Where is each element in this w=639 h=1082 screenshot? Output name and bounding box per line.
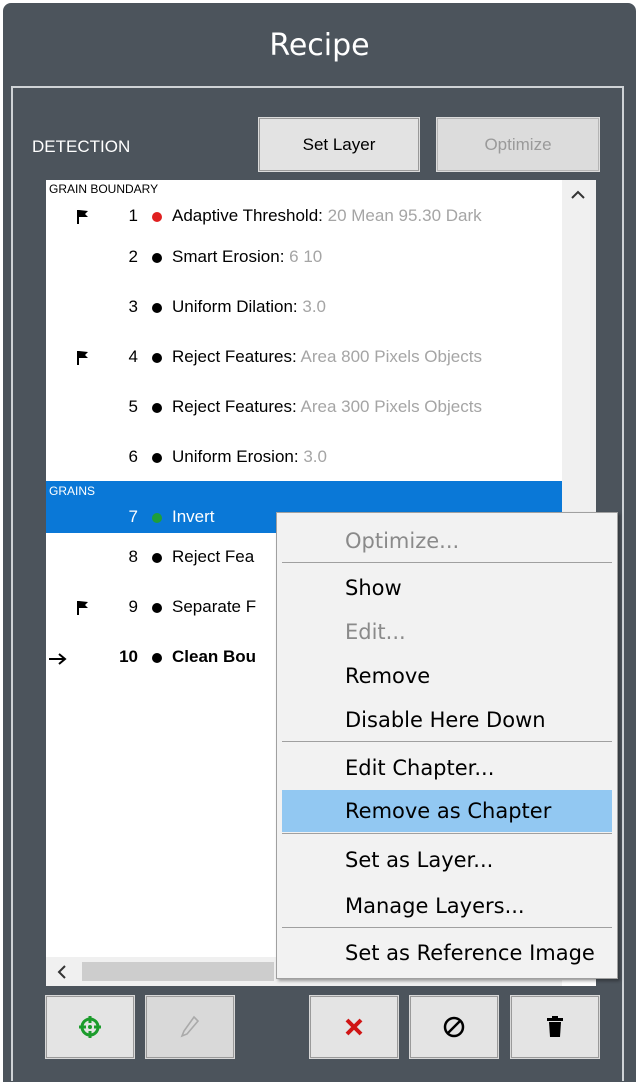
pencil-icon	[180, 1015, 200, 1038]
status-dot	[152, 353, 162, 363]
chapter-header-grains[interactable]: GRAINS	[49, 484, 95, 498]
status-dot	[152, 253, 162, 263]
list-item[interactable]: 1 Adaptive Threshold: 20 Mean 95.30 Dark	[46, 206, 562, 230]
status-dot	[152, 453, 162, 463]
menu-separator	[282, 741, 612, 742]
chapter-header-grain-boundary[interactable]: GRAIN BOUNDARY	[49, 182, 158, 196]
target-add-icon	[79, 1016, 101, 1038]
menu-item-remove-as-chapter[interactable]: Remove as Chapter	[282, 790, 612, 832]
context-menu: Optimize... Show Edit... Remove Disable …	[276, 512, 618, 979]
menu-item-edit[interactable]: Edit...	[282, 611, 612, 653]
edit-step-button[interactable]	[145, 995, 235, 1059]
menu-item-manage-layers[interactable]: Manage Layers...	[282, 885, 612, 927]
set-layer-button[interactable]: Set Layer	[258, 117, 420, 172]
add-step-button[interactable]	[45, 995, 135, 1059]
menu-separator	[282, 562, 612, 563]
menu-item-show[interactable]: Show	[282, 567, 612, 609]
delete-step-button[interactable]	[309, 995, 399, 1059]
list-item[interactable]: 5 Reject Features: Area 300 Pixels Objec…	[46, 397, 562, 421]
menu-separator	[282, 927, 612, 928]
list-item[interactable]: 6 Uniform Erosion: 3.0	[46, 447, 562, 471]
menu-separator	[282, 833, 612, 834]
optimize-button[interactable]: Optimize	[436, 117, 600, 172]
scroll-left-icon[interactable]	[56, 964, 68, 980]
menu-item-optimize[interactable]: Optimize...	[282, 520, 612, 562]
list-item[interactable]: 4 Reject Features: Area 800 Pixels Objec…	[46, 347, 562, 371]
status-dot	[152, 303, 162, 313]
status-dot	[152, 653, 162, 663]
detection-label: DETECTION	[32, 137, 131, 156]
menu-item-edit-chapter[interactable]: Edit Chapter...	[282, 747, 612, 789]
scroll-up-icon[interactable]	[570, 189, 586, 201]
status-dot	[152, 403, 162, 413]
disable-step-button[interactable]	[409, 995, 499, 1059]
status-dot-green	[152, 513, 162, 523]
trash-button[interactable]	[510, 995, 600, 1059]
menu-item-disable-here-down[interactable]: Disable Here Down	[282, 699, 612, 741]
status-dot-red	[152, 212, 162, 222]
horizontal-scroll-thumb[interactable]	[82, 962, 274, 981]
menu-item-remove[interactable]: Remove	[282, 655, 612, 697]
status-dot	[152, 603, 162, 613]
disable-icon	[443, 1016, 465, 1038]
delete-x-icon	[345, 1018, 363, 1036]
trash-icon	[547, 1016, 563, 1037]
status-dot	[152, 553, 162, 563]
list-item[interactable]: 3 Uniform Dilation: 3.0	[46, 297, 562, 321]
menu-item-set-as-reference-image[interactable]: Set as Reference Image	[282, 932, 612, 974]
list-item[interactable]: 2 Smart Erosion: 6 10	[46, 247, 562, 271]
menu-item-set-as-layer[interactable]: Set as Layer...	[282, 839, 612, 881]
panel-title: Recipe	[269, 28, 370, 63]
